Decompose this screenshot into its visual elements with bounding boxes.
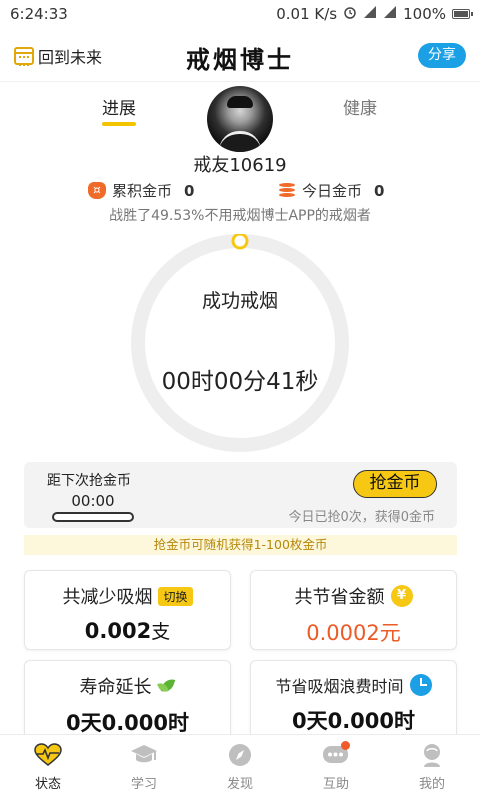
unread-dot	[341, 741, 350, 750]
today-coins: 今日金币 0	[278, 180, 384, 201]
nav-label-discover: 发现	[226, 777, 253, 792]
money-saved-card: 共节省金额 ¥ 0.0002元	[250, 570, 457, 650]
money-saved-title: 共节省金额	[294, 587, 385, 608]
battery-icon	[452, 9, 473, 19]
coin-stack-icon	[278, 182, 296, 199]
today-coins-label: 今日金币	[302, 182, 363, 200]
user-icon	[418, 743, 446, 767]
ring-graphic	[131, 234, 349, 452]
nickname: 戒友10619	[193, 155, 287, 176]
ring-progress-knob	[231, 234, 249, 250]
grab-coin-button[interactable]: 抢金币	[353, 470, 437, 498]
nav-item-discover[interactable]: 发现	[192, 735, 288, 800]
wifi-icon	[363, 5, 377, 23]
yen-icon: ¥	[390, 585, 413, 607]
life-extended-value: 0天0.000时	[65, 711, 190, 735]
nav-label-mutual-help: 互助	[322, 777, 349, 792]
bottom-nav: 状态 学习 发现 互助 我的	[0, 734, 480, 800]
time-saved-title: 节省吸烟浪费时间	[275, 677, 404, 696]
switch-button[interactable]: 切换	[158, 586, 193, 606]
clock-icon	[409, 674, 432, 696]
network-speed: 0.01 K/s	[276, 5, 338, 23]
leaf-icon	[158, 676, 176, 696]
total-coins-value: 0	[184, 181, 195, 200]
tab-health[interactable]: 健康	[343, 94, 377, 119]
alarm-icon	[343, 5, 357, 23]
total-coins-label: 累积金币	[112, 182, 173, 200]
life-extended-card: 寿命延长 0天0.000时	[24, 660, 231, 735]
graduation-cap-icon	[130, 743, 158, 767]
ring-label: 成功戒烟	[201, 290, 278, 312]
grab-coin-card: 距下次抢金币 00:00 抢金币 今日已抢0次，获得0金币	[24, 462, 457, 528]
defeat-text: 战胜了49.53%不用戒烟博士APP的戒烟者	[109, 208, 371, 224]
quit-progress-ring: 成功戒烟 00时00分41秒	[121, 234, 359, 452]
grab-status: 今日已抢0次，获得0金币	[288, 510, 435, 525]
status-time: 6:24:33	[10, 5, 68, 23]
nav-label-status: 状态	[34, 777, 61, 792]
today-coins-value: 0	[374, 181, 385, 200]
reduced-smoking-title: 共减少吸烟	[62, 587, 153, 608]
money-saved-value: 0.0002元	[306, 621, 401, 645]
next-grab-label: 距下次抢金币	[47, 473, 131, 489]
nav-item-mutual-help[interactable]: 互助	[288, 735, 384, 800]
share-button[interactable]: 分享	[418, 43, 466, 68]
avatar[interactable]	[207, 86, 273, 152]
grab-tip: 抢金币可随机获得1-100枚金币	[24, 535, 457, 555]
nav-label-mine: 我的	[418, 777, 445, 792]
heart-pulse-icon	[34, 743, 62, 767]
nav-label-study: 学习	[130, 777, 157, 792]
nav-item-study[interactable]: 学习	[96, 735, 192, 800]
compass-icon	[226, 743, 254, 767]
quit-duration: 00时00分41秒	[161, 369, 319, 395]
time-saved-value: 0天0.000时	[291, 709, 416, 733]
nav-item-status[interactable]: 状态	[0, 735, 96, 800]
time-saved-card: 节省吸烟浪费时间 0天0.000时	[250, 660, 457, 734]
life-extended-title: 寿命延长	[79, 677, 152, 698]
grab-countdown-bar	[52, 512, 134, 522]
battery-percent: 100%	[403, 5, 446, 23]
reduced-smoking-value: 0.002	[84, 619, 152, 643]
status-right: 0.01 K/s 100%	[276, 5, 473, 23]
signal-icon	[383, 5, 397, 23]
chat-bubble-icon	[322, 741, 350, 767]
nav-item-mine[interactable]: 我的	[384, 735, 480, 800]
total-coins: 累积金币 0	[88, 180, 194, 201]
reduced-smoking-unit: 支	[151, 621, 171, 643]
reduced-smoking-card: 共减少吸烟 切换 0.002支	[24, 570, 231, 650]
status-bar: 6:24:33 0.01 K/s 100%	[0, 0, 480, 28]
grab-countdown: 00:00	[71, 492, 115, 510]
coin-bag-icon	[88, 182, 106, 199]
tab-progress[interactable]: 进展	[102, 94, 136, 126]
app-title: 戒烟博士	[186, 45, 294, 74]
app-bar: 回到未来 戒烟博士 分享	[0, 28, 480, 82]
